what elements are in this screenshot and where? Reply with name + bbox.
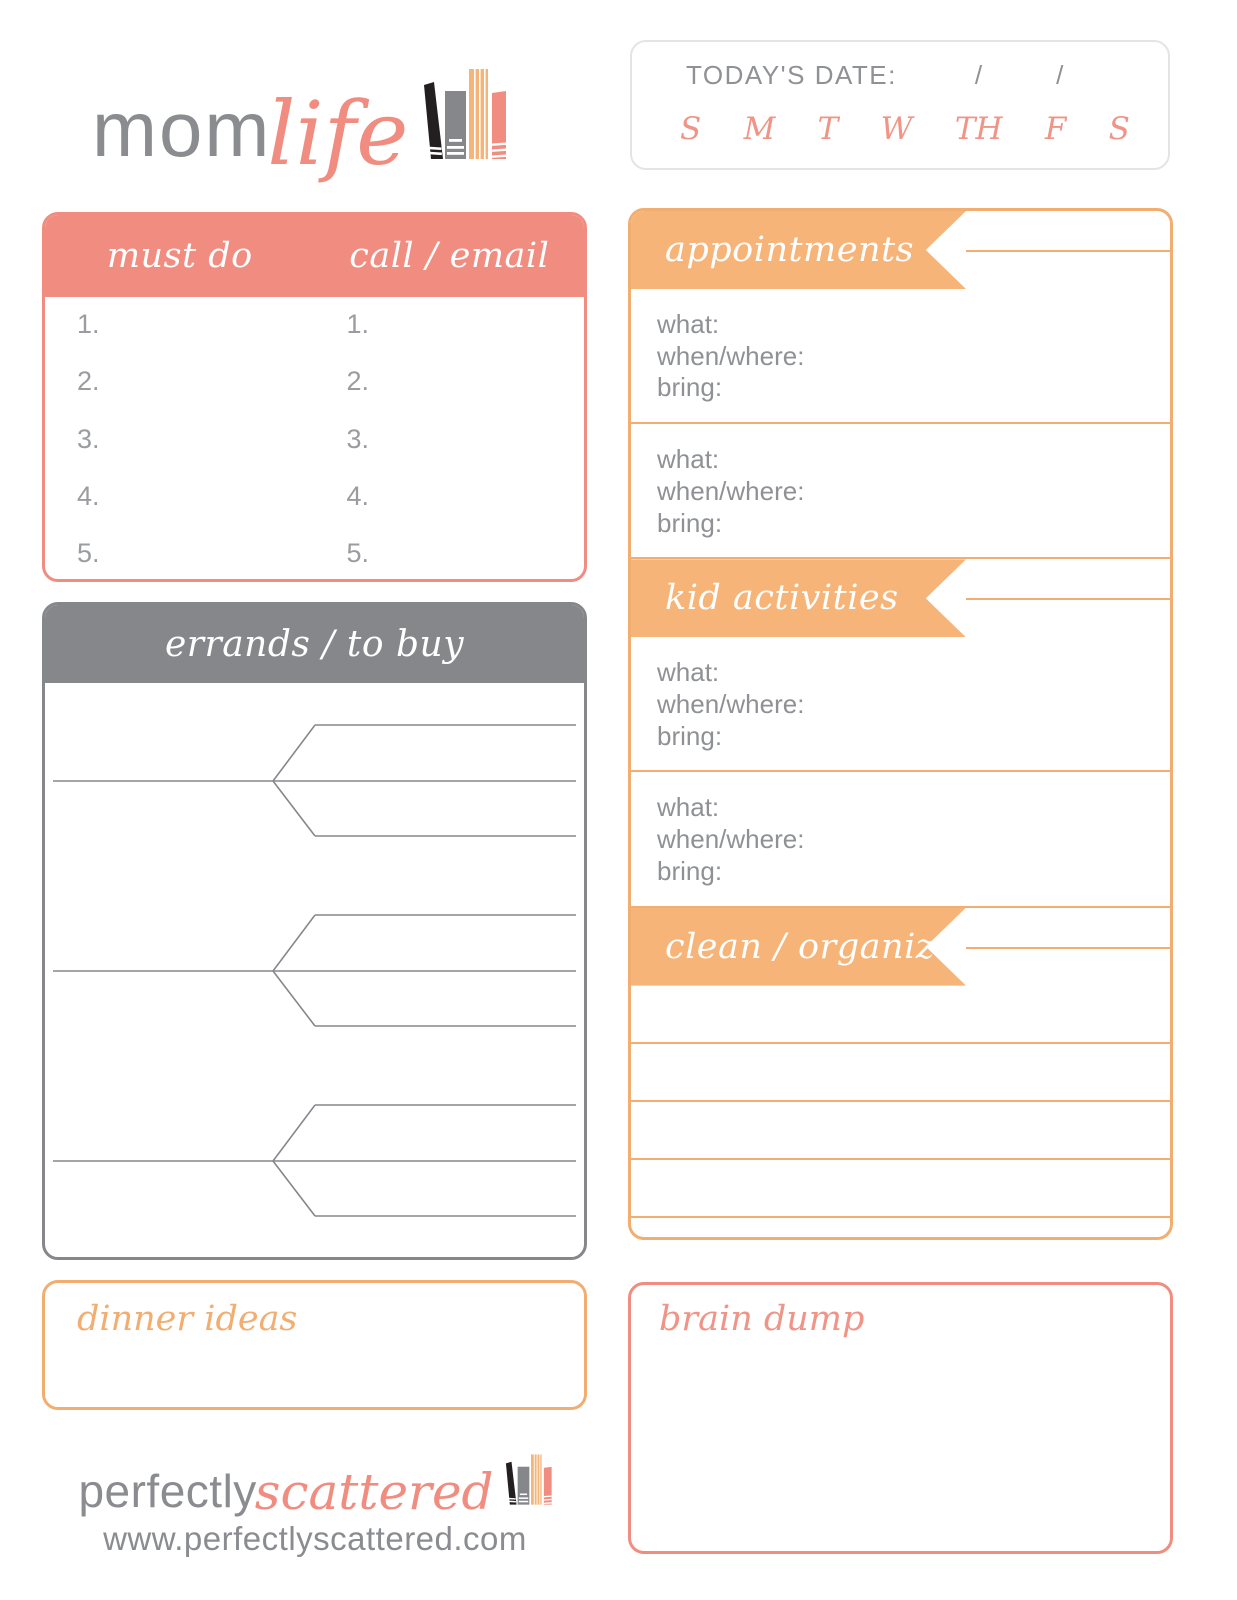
kid-activity-whenwhere-label: when/where: (657, 689, 805, 720)
date-line: TODAY'S DATE: / / (632, 60, 1168, 91)
kid-activity-what-label: what: (657, 792, 720, 823)
ribbon-rule-line (966, 598, 1170, 601)
clean-organize-row-5[interactable] (631, 1218, 1170, 1237)
appointment-what-label: what: (657, 309, 720, 339)
brand-logo: mom life (92, 52, 592, 178)
appointment-what-label: what: (657, 444, 720, 475)
kid-activity-bring-label: bring: (657, 720, 723, 751)
call-email-item-4[interactable]: 4. (347, 482, 585, 510)
call-email-title: call / email (349, 236, 550, 276)
call-email-list: 1. 2. 3. 4. 5. (315, 311, 585, 567)
must-do-item-5[interactable]: 5. (77, 540, 315, 567)
kid-activity-entry-2[interactable]: what: when/where: bring: (631, 772, 1170, 908)
errands-header: errands / to buy (45, 605, 584, 683)
kid-activity-what-label: what: (657, 657, 720, 688)
weekday-monday[interactable]: M (744, 114, 776, 145)
date-slash-2: / (1056, 60, 1064, 90)
footer-logo-script-text: scattered (254, 1463, 494, 1521)
appointment-bring-label: bring: (657, 507, 723, 538)
site-footer: perfectly scattered www.perfectlyscatter… (0, 1452, 630, 1558)
appointment-bring-label: bring: (657, 372, 723, 403)
must-do-item-4[interactable]: 4. (77, 482, 315, 510)
logo-primary-text: mom (92, 85, 272, 173)
clean-organize-row-2[interactable] (631, 1044, 1170, 1102)
call-email-item-3[interactable]: 3. (347, 425, 585, 453)
planner-page: mom life TODAY'S DATE: / / S M T W TH F … (0, 0, 1237, 1600)
appointments-banner: appointments (631, 211, 1170, 289)
weekday-wednesday[interactable]: W (881, 114, 913, 145)
appointment-whenwhere-label: when/where: (657, 340, 805, 371)
must-do-body: 1. 2. 3. 4. 5. 1. 2. 3. 4. 5. (45, 297, 584, 579)
must-do-item-3[interactable]: 3. (77, 425, 315, 453)
call-email-item-2[interactable]: 2. (347, 368, 585, 395)
kid-activity-whenwhere-label: when/where: (657, 824, 805, 855)
errands-branch-area[interactable] (45, 683, 584, 1257)
clean-organize-title: clean / organize (665, 926, 956, 967)
kid-activities-title: kid activities (665, 578, 899, 619)
todays-date-box[interactable]: TODAY'S DATE: / / S M T W TH F S (630, 40, 1170, 170)
footer-books-icon (500, 1450, 552, 1512)
weekday-row: S M T W TH F S (680, 114, 1130, 145)
dinner-ideas-card[interactable]: dinner ideas (42, 1280, 587, 1410)
todays-date-label: TODAY'S DATE: (686, 60, 897, 90)
brain-dump-title: brain dump (659, 1299, 865, 1339)
footer-logo: perfectly scattered (0, 1450, 630, 1521)
must-do-card: must do call / email 1. 2. 3. 4. 5. 1. 2… (42, 212, 587, 582)
errands-title: errands / to buy (164, 623, 465, 665)
clean-organize-row-1[interactable] (631, 986, 1170, 1044)
appointment-entry-2[interactable]: what: when/where: bring: (631, 424, 1170, 560)
logo-script-text: life (267, 82, 409, 185)
ribbon-rule-line (966, 946, 1170, 949)
weekday-tuesday[interactable]: T (818, 114, 839, 145)
ribbon-rule-line (966, 250, 1170, 252)
dinner-ideas-title: dinner ideas (77, 1299, 298, 1339)
appointments-title: appointments (665, 230, 915, 270)
must-do-header: must do call / email (45, 215, 584, 297)
must-do-item-2[interactable]: 2. (77, 368, 315, 395)
kid-activities-banner: kid activities (631, 559, 1170, 638)
clean-organize-row-3[interactable] (631, 1102, 1170, 1160)
must-do-title: must do (106, 236, 253, 276)
weekday-thursday[interactable]: TH (955, 114, 1003, 145)
kid-activity-bring-label: bring: (657, 855, 723, 886)
appointment-whenwhere-label: when/where: (657, 475, 805, 506)
footer-website-url[interactable]: www.perfectlyscattered.com (0, 1520, 630, 1558)
clean-organize-row-4[interactable] (631, 1160, 1170, 1218)
must-do-item-1[interactable]: 1. (77, 311, 315, 338)
call-email-item-5[interactable]: 5. (347, 540, 585, 567)
books-icon (414, 61, 507, 170)
clean-organize-banner: clean / organize (631, 907, 1170, 986)
errands-branch-diagram (53, 724, 576, 1217)
must-do-list: 1. 2. 3. 4. 5. (45, 311, 315, 567)
errands-to-buy-card: errands / to buy (42, 602, 587, 1260)
date-slash-1: / (974, 60, 983, 90)
call-email-item-1[interactable]: 1. (347, 311, 585, 338)
brain-dump-card[interactable]: brain dump (628, 1282, 1173, 1554)
planner-panel: appointments what: when/where: bring: wh… (628, 208, 1173, 1240)
footer-logo-primary-text: perfectly (78, 1465, 257, 1517)
appointment-entry-1[interactable]: what: when/where: bring: (631, 289, 1170, 425)
weekday-saturday[interactable]: S (1109, 114, 1130, 145)
kid-activity-entry-1[interactable]: what: when/where: bring: (631, 637, 1170, 773)
weekday-friday[interactable]: F (1045, 114, 1067, 145)
weekday-sunday[interactable]: S (680, 114, 701, 145)
